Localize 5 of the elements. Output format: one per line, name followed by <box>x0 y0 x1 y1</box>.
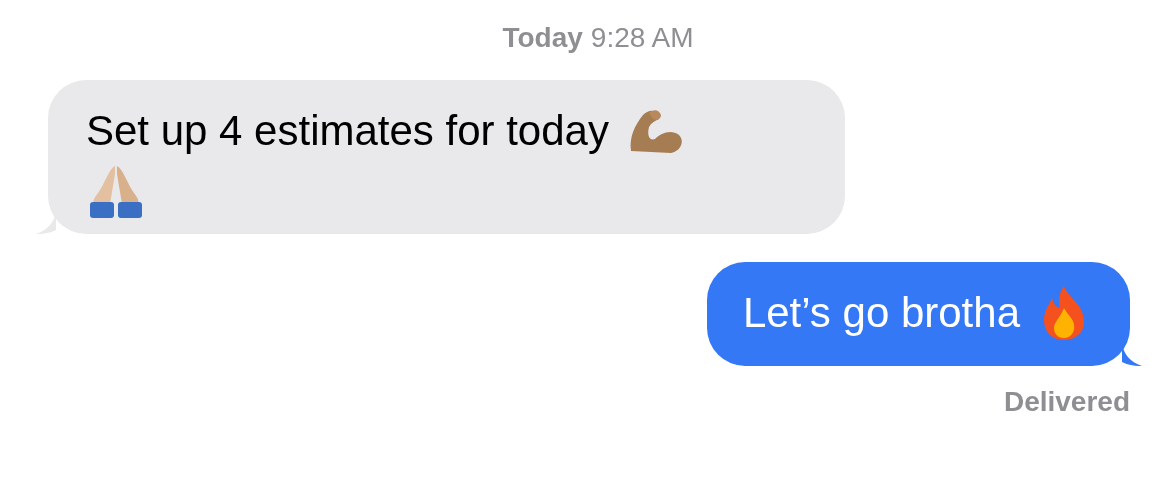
timestamp-time: 9:28 AM <box>590 22 694 54</box>
timestamp-day: Today <box>502 22 583 54</box>
message-text: Let’s go brotha <box>742 288 1020 338</box>
delivery-status: Delivered <box>1003 386 1130 418</box>
message-text: Set up 4 estimates for today <box>86 106 609 156</box>
